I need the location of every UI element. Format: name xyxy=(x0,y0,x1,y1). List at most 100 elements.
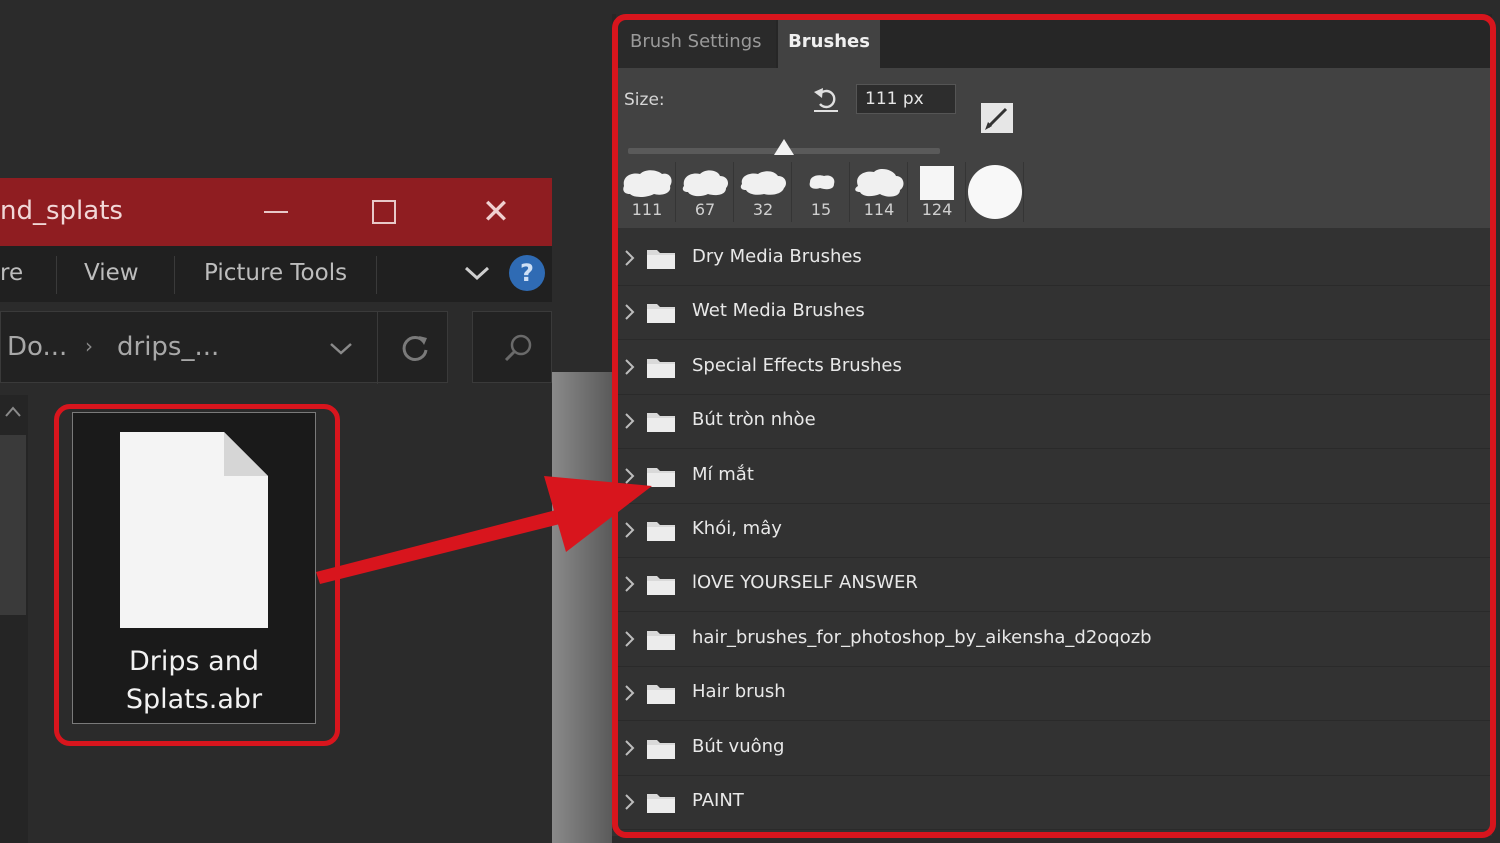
ribbon-tabs: re View Picture Tools ? xyxy=(0,246,552,302)
brush-size-label: 32 xyxy=(752,200,774,219)
brush-size-controls: Size: 111 px 111 67 32 15 114 124 xyxy=(612,68,1492,228)
chevron-right-icon[interactable] xyxy=(622,302,636,322)
folder-name: Special Effects Brushes xyxy=(692,355,902,376)
scrollbar-thumb[interactable] xyxy=(0,435,26,615)
folder-name: Khói, mây xyxy=(692,518,782,539)
brush-size-label: 15 xyxy=(810,200,832,219)
brush-preset[interactable]: 32 xyxy=(734,162,792,222)
search-icon xyxy=(504,334,532,362)
folder-icon xyxy=(647,413,675,432)
chevron-right-icon[interactable] xyxy=(622,792,636,812)
brush-folder-row[interactable]: Khói, mây xyxy=(612,504,1492,558)
folder-icon xyxy=(647,359,675,378)
splatter-icon xyxy=(623,170,672,197)
brush-size-label: 67 xyxy=(694,200,716,219)
maximize-button[interactable] xyxy=(354,192,414,232)
reset-size-icon[interactable] xyxy=(812,84,840,114)
chevron-right-icon[interactable] xyxy=(622,520,636,540)
size-slider-thumb[interactable] xyxy=(773,138,795,156)
brush-preset[interactable]: 124 xyxy=(908,162,966,222)
brush-pose-toggle-icon[interactable] xyxy=(980,102,1014,134)
brush-folder-row[interactable]: Dry Media Brushes xyxy=(612,232,1492,286)
chevron-right-icon[interactable] xyxy=(622,683,636,703)
explorer-title-bar[interactable]: nd_splats ✕ xyxy=(0,178,552,246)
folder-icon xyxy=(647,576,675,595)
folder-name: lOVE YOURSELF ANSWER xyxy=(692,572,918,593)
size-input[interactable]: 111 px xyxy=(856,84,956,114)
background-window-edge xyxy=(552,372,612,843)
breadcrumb-documents[interactable]: Do... xyxy=(7,332,67,362)
folder-name: Mí mắt xyxy=(692,464,754,485)
folder-icon xyxy=(647,685,675,704)
brush-size-label: 124 xyxy=(921,200,953,219)
brush-folder-row[interactable]: Bút vuông xyxy=(612,722,1492,776)
chevron-down-icon[interactable] xyxy=(462,258,492,288)
brush-folder-row[interactable]: PAINT xyxy=(612,776,1492,830)
brush-folder-list: Dry Media Brushes Wet Media Brushes Specia… xyxy=(612,228,1492,836)
tab-brush-settings[interactable]: Brush Settings xyxy=(616,14,776,68)
brush-preset[interactable]: 67 xyxy=(676,162,734,222)
folder-name: Dry Media Brushes xyxy=(692,246,862,267)
breadcrumb-drips-folder[interactable]: drips_... xyxy=(117,332,219,362)
folder-name: Bút tròn nhòe xyxy=(692,409,816,430)
help-icon[interactable]: ? xyxy=(509,255,545,291)
folder-name: hair_brushes_for_photoshop_by_aikensha_d… xyxy=(692,627,1152,648)
brush-folder-row[interactable]: Special Effects Brushes xyxy=(612,341,1492,395)
navigation-pane xyxy=(0,395,28,843)
folder-icon xyxy=(647,468,675,487)
splatter-icon xyxy=(740,171,786,195)
chevron-right-icon[interactable] xyxy=(622,357,636,377)
address-divider xyxy=(377,312,378,384)
brush-preset[interactable] xyxy=(966,162,1024,222)
folder-name: PAINT xyxy=(692,790,744,811)
ribbon-tab-share[interactable]: re xyxy=(0,260,23,286)
brush-presets-row: 111 67 32 15 114 124 xyxy=(618,162,1034,222)
folder-icon xyxy=(647,304,675,323)
search-box[interactable] xyxy=(472,311,552,383)
folder-name: Hair brush xyxy=(692,681,786,702)
brush-preset[interactable]: 15 xyxy=(792,162,850,222)
ribbon-divider xyxy=(174,256,175,294)
brushes-panel: Brush Settings Brushes Size: 111 px 111 xyxy=(612,14,1492,836)
brush-size-label: 111 xyxy=(631,200,663,219)
brush-folder-row[interactable]: Wet Media Brushes xyxy=(612,286,1492,340)
chevron-right-icon[interactable] xyxy=(622,574,636,594)
chevron-right-icon[interactable] xyxy=(622,738,636,758)
refresh-icon[interactable] xyxy=(397,330,433,366)
file-highlight-box xyxy=(54,404,340,746)
address-bar[interactable]: Do... › drips_... xyxy=(0,311,448,384)
brush-folder-row[interactable]: hair_brushes_for_photoshop_by_aikensha_d… xyxy=(612,613,1492,667)
brush-preset[interactable]: 114 xyxy=(850,162,908,222)
ribbon-tab-picture-tools[interactable]: Picture Tools xyxy=(204,260,347,286)
splatter-icon xyxy=(682,170,728,197)
window-title: nd_splats xyxy=(0,196,123,226)
close-button[interactable]: ✕ xyxy=(466,192,526,232)
close-icon: ✕ xyxy=(481,192,511,232)
chevron-right-icon[interactable] xyxy=(622,629,636,649)
tab-brushes[interactable]: Brushes xyxy=(778,14,880,68)
ribbon-tab-view[interactable]: View xyxy=(84,260,139,286)
ribbon-divider xyxy=(376,256,377,294)
chevron-right-icon[interactable] xyxy=(622,411,636,431)
brush-preset[interactable]: 111 xyxy=(618,162,676,222)
round-brush-icon xyxy=(968,165,1022,219)
brush-folder-row[interactable]: Bút tròn nhòe xyxy=(612,395,1492,449)
brush-folder-row[interactable]: lOVE YOURSELF ANSWER xyxy=(612,558,1492,612)
chevron-right-icon[interactable] xyxy=(622,466,636,486)
size-label: Size: xyxy=(624,90,665,110)
splatter-icon xyxy=(855,169,904,197)
splatter-icon xyxy=(809,175,835,190)
folder-icon xyxy=(647,631,675,650)
folder-icon xyxy=(647,794,675,813)
brush-size-label: 114 xyxy=(863,200,895,219)
chevron-right-icon[interactable] xyxy=(622,248,636,268)
ribbon-divider xyxy=(56,256,57,294)
folder-name: Bút vuông xyxy=(692,736,785,757)
brush-folder-row[interactable]: Hair brush xyxy=(612,667,1492,721)
chevron-up-icon[interactable] xyxy=(2,401,24,423)
brush-folder-row[interactable]: Mí mắt xyxy=(612,450,1492,504)
minimize-button[interactable] xyxy=(246,192,306,232)
folder-icon xyxy=(647,522,675,541)
folder-icon xyxy=(647,740,675,759)
chevron-down-icon[interactable] xyxy=(327,336,355,360)
